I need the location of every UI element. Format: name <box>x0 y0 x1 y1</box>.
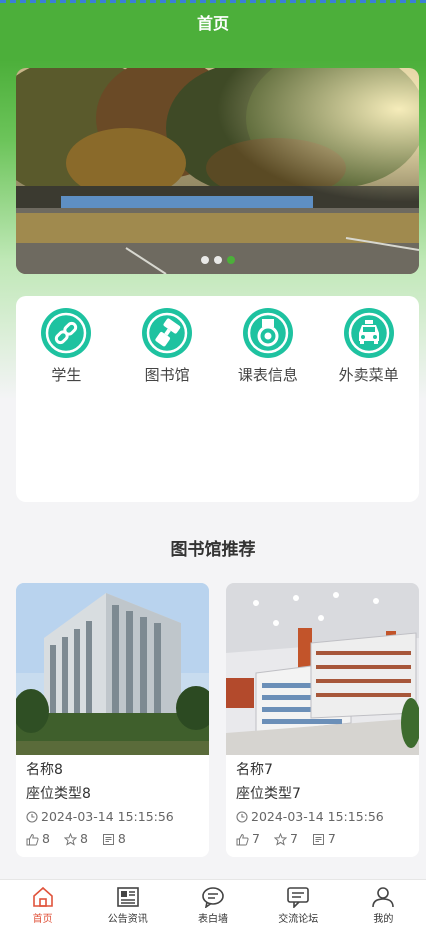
thumbs-up-icon <box>236 833 249 845</box>
card-time: 2024-03-14 15:15:56 <box>236 807 409 827</box>
library-card[interactable]: 名称7 座位类型7 2024-03-14 15:15:56 7 7 7 <box>226 583 419 857</box>
card-stats: 8 8 8 <box>26 829 199 849</box>
menu-label: 学生 <box>51 366 82 384</box>
carousel-dot[interactable] <box>200 256 209 264</box>
comment-stat[interactable]: 7 <box>312 829 336 849</box>
card-time-text: 2024-03-14 15:15:56 <box>41 809 174 824</box>
card-time-text: 2024-03-14 15:15:56 <box>251 809 384 824</box>
like-stat[interactable]: 8 <box>26 829 50 849</box>
favorite-stat[interactable]: 8 <box>63 829 88 849</box>
comment-icon <box>312 833 324 845</box>
user-icon <box>372 887 395 908</box>
card-seat-type: 座位类型7 <box>236 786 301 802</box>
bottom-tab-bar: 首页 公告资讯 表白墙 交流论坛 我的 <box>0 879 426 931</box>
navbar: 首页 <box>0 0 426 44</box>
menu-label: 外卖菜单 <box>338 366 399 384</box>
tab-label: 首页 <box>32 914 53 925</box>
clock-icon <box>26 811 38 823</box>
comment-count: 7 <box>327 831 336 846</box>
menu-item-schedule[interactable]: 课表信息 <box>218 308 319 385</box>
section-title: 图书馆推荐 <box>170 540 256 560</box>
card-name: 名称7 <box>236 762 273 778</box>
taxi-icon <box>343 308 394 358</box>
banner-image <box>16 68 419 274</box>
menu-item-student[interactable]: 学生 <box>16 308 117 385</box>
tab-label: 交流论坛 <box>278 914 319 925</box>
page-title: 首页 <box>196 14 229 33</box>
link-icon <box>41 308 92 358</box>
favorite-count: 7 <box>289 831 298 846</box>
star-icon <box>273 832 287 846</box>
menu-grid: 学生 图书馆 课表信息 外卖菜单 <box>16 296 419 502</box>
forum-icon <box>287 887 310 908</box>
carousel-dot[interactable] <box>213 256 222 264</box>
banner-carousel[interactable] <box>16 68 419 274</box>
chat-bubble-icon <box>202 887 224 908</box>
card-seat-type: 座位类型8 <box>26 786 91 802</box>
star-icon <box>63 832 77 846</box>
menu-item-library[interactable]: 图书馆 <box>117 308 218 385</box>
menu-label: 课表信息 <box>237 366 298 384</box>
like-count: 7 <box>252 831 260 846</box>
tab-label: 表白墙 <box>198 914 228 925</box>
tab-news[interactable]: 公告资讯 <box>85 880 170 931</box>
banner-indicator <box>16 256 419 264</box>
clock-icon <box>236 811 248 823</box>
medal-icon <box>242 308 293 358</box>
comment-count: 8 <box>117 831 126 846</box>
library-card[interactable]: 名称8 座位类型8 2024-03-14 15:15:56 8 8 8 <box>16 583 209 857</box>
card-time: 2024-03-14 15:15:56 <box>26 807 199 827</box>
tab-label: 公告资讯 <box>107 914 148 925</box>
tab-mine[interactable]: 我的 <box>341 880 426 931</box>
menu-item-takeout[interactable]: 外卖菜单 <box>318 308 419 385</box>
comment-icon <box>102 833 114 845</box>
news-icon <box>116 887 139 907</box>
like-count: 8 <box>42 831 50 846</box>
library-image <box>16 583 209 755</box>
card-name: 名称8 <box>26 762 63 778</box>
tab-label: 我的 <box>373 914 394 925</box>
tab-forum[interactable]: 交流论坛 <box>256 880 341 931</box>
favorite-count: 8 <box>79 831 88 846</box>
thumbs-up-icon <box>26 833 39 845</box>
carousel-dot-active[interactable] <box>226 256 235 264</box>
favorite-stat[interactable]: 7 <box>273 829 298 849</box>
card-stats: 7 7 7 <box>236 829 409 849</box>
comment-stat[interactable]: 8 <box>102 829 126 849</box>
home-icon <box>32 886 53 907</box>
tab-confession-wall[interactable]: 表白墙 <box>170 880 255 931</box>
menu-label: 图书馆 <box>144 366 190 384</box>
brush-icon <box>142 308 193 358</box>
like-stat[interactable]: 7 <box>236 829 260 849</box>
library-image <box>226 583 419 755</box>
tab-home[interactable]: 首页 <box>0 880 85 931</box>
